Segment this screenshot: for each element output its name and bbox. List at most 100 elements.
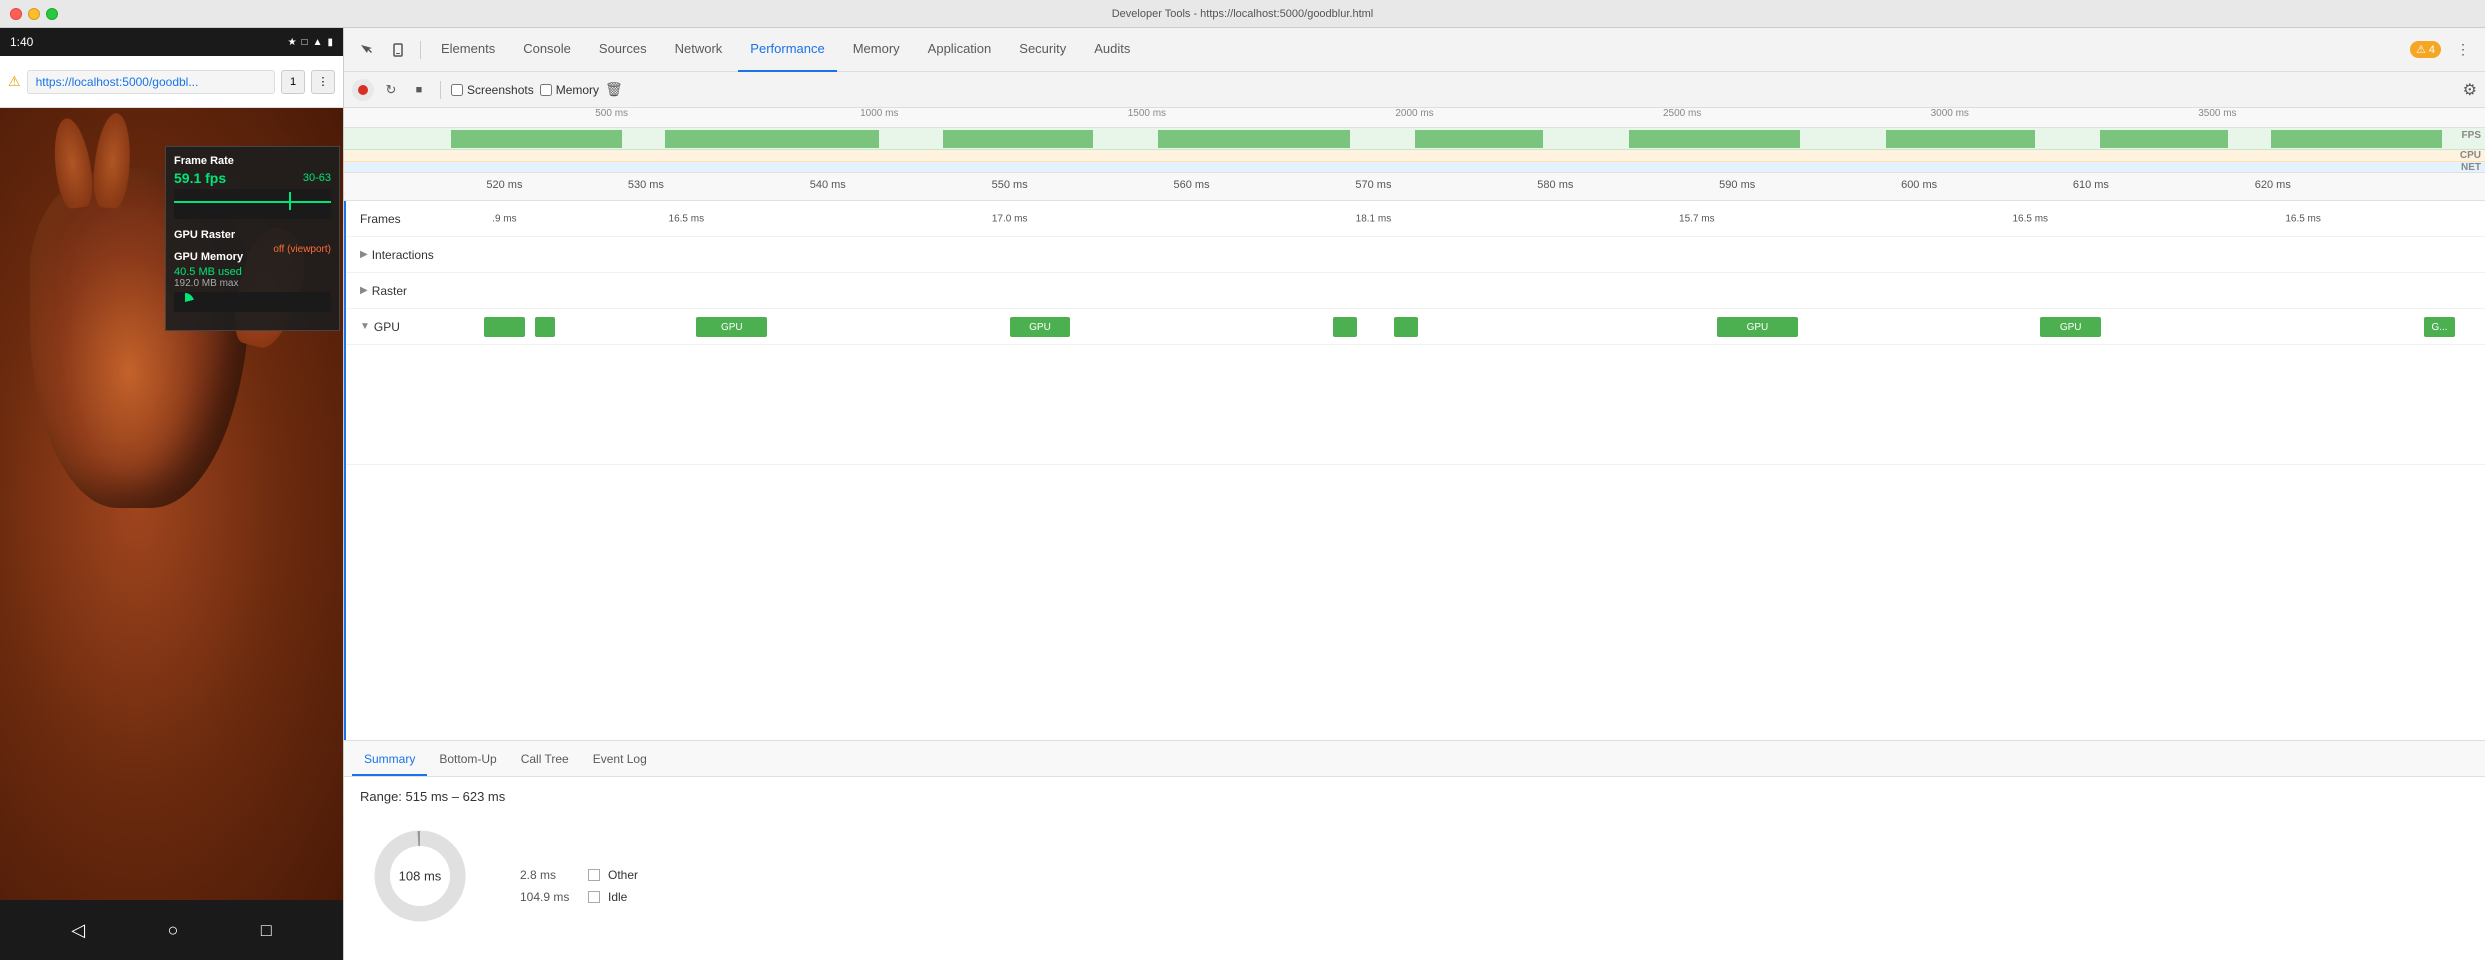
cpu-track: CPU [344,150,2485,162]
fps-track: FPS [344,128,2485,150]
title-bar: Developer Tools - https://localhost:5000… [0,0,2485,28]
browser-url[interactable]: https://localhost:5000/goodbl... [27,70,275,94]
tab-security[interactable]: Security [1007,28,1078,72]
tab-audits[interactable]: Audits [1082,28,1142,72]
minimize-button[interactable] [28,8,40,20]
traffic-lights [10,8,58,20]
tab-memory[interactable]: Memory [841,28,912,72]
signal-icon: □ [302,37,308,48]
raster-expand-arrow[interactable]: ▶ [360,285,368,296]
gear-icon[interactable]: ⚙ [2463,80,2477,100]
fps-track-label: FPS [2462,130,2481,141]
fps-row: 59.1 fps 30-63 [174,170,331,186]
cpu-track-label: CPU [2460,150,2481,161]
tab-summary[interactable]: Summary [352,744,427,776]
devtools-content: 500 ms1000 ms1500 ms2000 ms2500 ms3000 m… [344,108,2485,960]
timeline-cursor [344,201,346,740]
phone-status-icons: ★ □ ▲ ▮ [288,37,333,48]
bottom-tabs: Summary Bottom-Up Call Tree Event Log [344,741,2485,777]
home-nav-icon[interactable]: ○ [168,920,179,941]
raster-label: ▶ Raster [344,284,464,298]
toolbar-divider-1 [440,81,441,99]
tab-console[interactable]: Console [511,28,583,72]
recents-nav-icon[interactable]: □ [261,920,272,941]
stop-button[interactable]: ■ [408,79,430,101]
more-button[interactable]: ⋮ [311,70,335,94]
fps-peak [289,192,291,210]
gpu-memory-row: 40.5 MB used [174,266,331,278]
detail-ruler-label-4: 560 ms [1174,179,1210,191]
gpu-block-4 [1333,317,1357,337]
frame-time-1: 16.5 ms [669,213,705,224]
tab-application[interactable]: Application [916,28,1004,72]
detail-ruler-label-9: 610 ms [2073,179,2109,191]
interactions-label: ▶ Interactions [344,248,464,262]
screenshots-checkbox-group[interactable]: Screenshots [451,83,534,97]
tab-call-tree[interactable]: Call Tree [509,744,581,776]
fps-graph-line [174,201,331,219]
net-track: NET [344,162,2485,172]
refresh-button[interactable]: ↻ [380,79,402,101]
bottom-panel: Summary Bottom-Up Call Tree Event Log Ra… [344,740,2485,960]
clear-button[interactable]: 🗑 [605,81,623,98]
gpu-label: ▼ GPU [344,320,464,334]
gpu-memory-bar [174,292,331,312]
gpu-memory-section: GPU Memory 40.5 MB used 192.0 MB max [174,251,331,312]
frames-content: .9 ms16.5 ms17.0 ms18.1 ms15.7 ms16.5 ms… [464,201,2485,236]
tab-sources[interactable]: Sources [587,28,659,72]
interactions-content [464,237,2485,272]
tab-elements[interactable]: Elements [429,28,507,72]
devtools-header-right: ⚠ 4 ⋮ [2410,36,2477,64]
maximize-button[interactable] [46,8,58,20]
overlay-panel: Frame Rate 59.1 fps 30-63 GPU Raster off… [165,146,340,331]
interactions-label-text: Interactions [372,248,434,262]
raster-label-text: Raster [372,284,407,298]
idle-checkbox[interactable] [588,891,600,903]
phone-bottom-bar: ◁ ○ □ [0,900,343,960]
other-value: 2.8 ms [520,868,580,882]
gpu-raster-status: off (viewport) [273,244,331,255]
performance-toolbar: ↻ ■ Screenshots Memory 🗑 ⚙ [344,72,2485,108]
memory-checkbox-group[interactable]: Memory [540,83,599,97]
back-nav-icon[interactable]: ◁ [71,920,85,941]
timeline-overview[interactable]: 500 ms1000 ms1500 ms2000 ms2500 ms3000 m… [344,108,2485,173]
tab-count-button[interactable]: 1 [281,70,305,94]
overview-ruler-label-3: 2000 ms [1395,108,1433,119]
settings-icon[interactable]: ⋮ [2449,36,2477,64]
gpu-block-3: GPU [1010,317,1071,337]
frame-time-4: 15.7 ms [1679,213,1715,224]
mobile-toggle-icon[interactable] [384,36,412,64]
tab-event-log[interactable]: Event Log [581,744,659,776]
detail-ruler-label-5: 570 ms [1355,179,1391,191]
timeline-main: 520 ms530 ms540 ms550 ms560 ms570 ms580 … [344,173,2485,740]
gpu-block-7: GPU [2040,317,2101,337]
cursor-tool-icon[interactable] [352,36,380,64]
frame-time-2: 17.0 ms [992,213,1028,224]
phone-area: 1:40 ★ □ ▲ ▮ ⚠ https://localhost:5000/go… [0,28,343,960]
main-layout: 1:40 ★ □ ▲ ▮ ⚠ https://localhost:5000/go… [0,28,2485,960]
screenshots-checkbox[interactable] [451,84,463,96]
frame-time-3: 18.1 ms [1356,213,1392,224]
record-button[interactable] [352,79,374,101]
tab-performance[interactable]: Performance [738,28,836,72]
tab-divider [420,41,421,59]
tab-network[interactable]: Network [663,28,735,72]
gpu-mem-max-label: 192.0 MB max [174,278,331,289]
legend-idle: 104.9 ms Idle [520,890,638,904]
bluetooth-icon: ★ [288,37,297,48]
gpu-expand-arrow[interactable]: ▼ [360,321,370,332]
tab-bottom-up[interactable]: Bottom-Up [427,744,508,776]
overview-ruler-label-5: 3000 ms [1931,108,1969,119]
phone-time: 1:40 [10,35,33,49]
other-label: Other [608,868,638,882]
battery-icon: ▮ [327,37,333,48]
wifi-icon: ▲ [313,37,323,48]
other-checkbox[interactable] [588,869,600,881]
empty-row-1 [344,345,2485,465]
idle-value: 104.9 ms [520,890,580,904]
close-button[interactable] [10,8,22,20]
gpu-block-1 [535,317,555,337]
memory-checkbox[interactable] [540,84,552,96]
interactions-expand-arrow[interactable]: ▶ [360,249,368,260]
gpu-mem-used: 40.5 MB used [174,266,242,278]
